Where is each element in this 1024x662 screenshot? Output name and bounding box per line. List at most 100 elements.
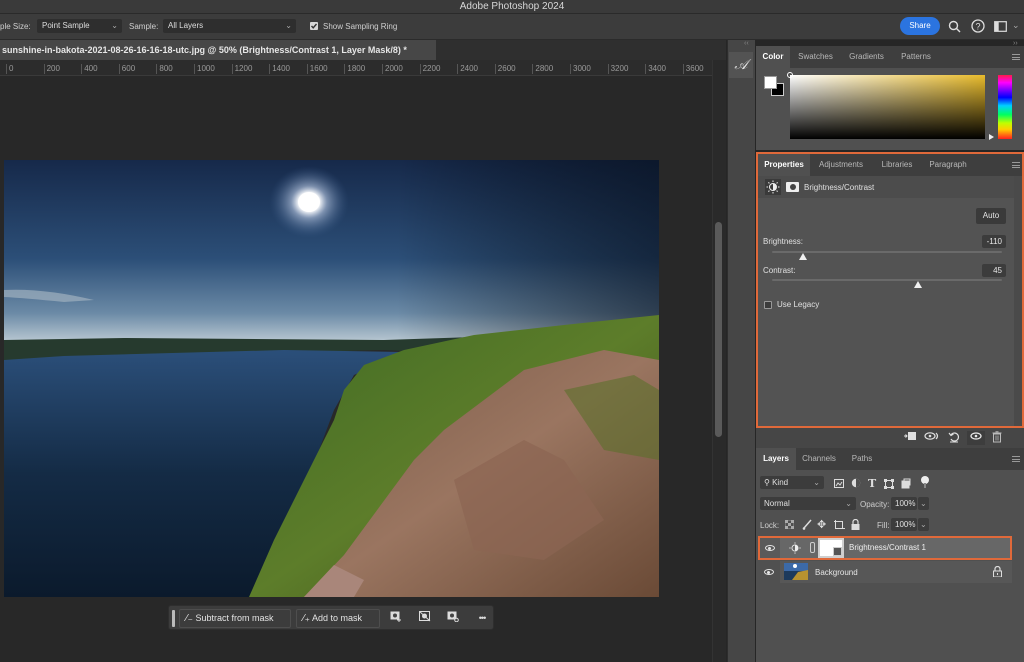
collapse-left-icon[interactable]: ‹‹ bbox=[744, 40, 749, 47]
layer-visibility-toggle[interactable] bbox=[758, 561, 780, 583]
ruler-tick: 1200 bbox=[231, 64, 252, 74]
lock-position-icon[interactable]: ✥ bbox=[817, 518, 826, 531]
mask-options-icon[interactable] bbox=[446, 611, 460, 625]
filter-kind-value: Kind bbox=[772, 478, 789, 487]
show-sampling-ring-label: Show Sampling Ring bbox=[323, 22, 398, 31]
layer-mask-thumbnail[interactable] bbox=[818, 538, 844, 558]
ruler-tick: 3200 bbox=[607, 64, 628, 74]
panel-menu-icon[interactable] bbox=[1012, 162, 1020, 168]
delete-icon[interactable] bbox=[989, 431, 1005, 445]
ruler-tick: 2600 bbox=[494, 64, 516, 74]
reset-icon[interactable] bbox=[946, 431, 962, 445]
tab-libraries[interactable]: Libraries bbox=[872, 154, 922, 176]
modify-mask-icon[interactable] bbox=[389, 611, 403, 625]
layer-row-background[interactable]: Background bbox=[758, 561, 1012, 583]
ruler-tick: 3600 bbox=[682, 64, 704, 74]
properties-footer bbox=[756, 428, 1024, 448]
view-previous-state-icon[interactable] bbox=[924, 431, 940, 445]
more-icon[interactable]: ••• bbox=[475, 611, 489, 625]
tab-color[interactable]: Color bbox=[756, 46, 790, 68]
tab-strip bbox=[436, 40, 726, 60]
tab-paths[interactable]: Paths bbox=[842, 448, 882, 470]
panel-menu-icon[interactable] bbox=[1012, 54, 1020, 60]
filter-pixel-icon[interactable] bbox=[834, 479, 844, 490]
contrast-value-field[interactable]: 45 bbox=[982, 264, 1006, 277]
fill-field[interactable]: 100% bbox=[891, 518, 917, 531]
chevron-down-icon[interactable]: ⌄ bbox=[1012, 20, 1020, 31]
sample-select[interactable]: All Layers ⌄ bbox=[163, 19, 296, 33]
auto-button[interactable]: Auto bbox=[976, 208, 1006, 224]
layer-row-brightness-contrast[interactable]: Brightness/Contrast 1 bbox=[758, 536, 1012, 560]
svg-text:?: ? bbox=[975, 21, 980, 31]
brightness-value-field[interactable]: -110 bbox=[982, 235, 1006, 248]
properties-scrollbar[interactable] bbox=[1014, 176, 1022, 426]
layer-filter-select[interactable]: ⚲ Kind ⌄ bbox=[760, 476, 824, 489]
tab-patterns[interactable]: Patterns bbox=[892, 46, 940, 68]
lock-all-icon[interactable] bbox=[851, 518, 860, 532]
tab-swatches[interactable]: Swatches bbox=[790, 46, 841, 68]
color-panel-tabs: Color Swatches Gradients Patterns bbox=[756, 46, 1024, 68]
brightness-slider-thumb[interactable] bbox=[798, 253, 807, 260]
tab-gradients[interactable]: Gradients bbox=[841, 46, 892, 68]
share-button[interactable]: Share bbox=[900, 17, 940, 35]
clip-to-layer-icon[interactable] bbox=[902, 431, 918, 445]
hue-slider[interactable] bbox=[998, 75, 1012, 139]
layer-mask-icon[interactable] bbox=[786, 182, 799, 192]
subtract-from-mask-button[interactable]: ⁄₋ Subtract from mask bbox=[179, 609, 291, 628]
lock-artboard-icon[interactable] bbox=[834, 520, 845, 532]
use-legacy-checkbox[interactable] bbox=[764, 301, 772, 309]
document-image[interactable] bbox=[4, 160, 659, 597]
opacity-label: Opacity: bbox=[860, 500, 890, 509]
sample-value: All Layers bbox=[168, 21, 204, 30]
tab-properties[interactable]: Properties bbox=[758, 154, 810, 176]
contrast-slider-thumb[interactable] bbox=[913, 281, 922, 288]
ruler-tick: 1000 bbox=[194, 64, 215, 74]
help-icon[interactable]: ? bbox=[971, 19, 985, 35]
lock-transparent-pixels-icon[interactable] bbox=[784, 519, 795, 531]
opacity-field[interactable]: 100% bbox=[891, 497, 917, 510]
workspace-icon[interactable] bbox=[994, 21, 1007, 34]
opacity-dropdown-icon[interactable]: ⌄ bbox=[918, 497, 929, 510]
sample-size-select[interactable]: Point Sample ⌄ bbox=[37, 19, 122, 33]
tab-channels[interactable]: Channels bbox=[796, 448, 842, 470]
tab-layers[interactable]: Layers bbox=[756, 448, 796, 470]
layer-name[interactable]: Brightness/Contrast 1 bbox=[849, 543, 926, 552]
scrollbar-thumb[interactable] bbox=[715, 222, 722, 437]
color-panel: Color Swatches Gradients Patterns bbox=[756, 46, 1024, 150]
document-tab[interactable]: sunshine-in-bakota-2021-08-26-16-16-18-u… bbox=[0, 40, 436, 60]
landscape-photo bbox=[4, 160, 659, 597]
filter-smart-object-icon[interactable] bbox=[901, 478, 911, 491]
hue-slider-handle[interactable] bbox=[989, 134, 994, 140]
filter-toggle-icon[interactable] bbox=[920, 475, 930, 491]
layer-name[interactable]: Background bbox=[815, 568, 858, 577]
drag-handle[interactable] bbox=[172, 610, 175, 627]
fill-dropdown-icon[interactable]: ⌄ bbox=[918, 518, 929, 531]
show-sampling-ring-checkbox[interactable] bbox=[310, 22, 318, 30]
invert-mask-icon[interactable] bbox=[418, 610, 432, 625]
fill-label: Fill: bbox=[877, 521, 890, 530]
tab-adjustments[interactable]: Adjustments bbox=[810, 154, 872, 176]
tab-paragraph[interactable]: Paragraph bbox=[922, 154, 974, 176]
filter-adjustment-icon[interactable] bbox=[851, 478, 861, 490]
eye-icon bbox=[764, 569, 774, 575]
brightness-adjustment-icon bbox=[765, 179, 781, 195]
foreground-color-swatch[interactable] bbox=[764, 76, 777, 89]
add-to-mask-button[interactable]: ⁄₊ Add to mask bbox=[296, 609, 380, 628]
visibility-icon[interactable] bbox=[967, 431, 985, 445]
layer-visibility-toggle[interactable] bbox=[760, 538, 780, 558]
color-field-cursor[interactable] bbox=[787, 72, 793, 78]
search-icon[interactable] bbox=[948, 20, 961, 35]
subtract-from-mask-label: Subtract from mask bbox=[195, 613, 274, 623]
layers-panel-tabs: Layers Channels Paths bbox=[756, 448, 1024, 470]
sample-size-label: ple Size: bbox=[0, 22, 31, 31]
character-panel-icon[interactable]: 𝒜 bbox=[729, 52, 753, 78]
lock-image-pixels-icon[interactable] bbox=[802, 519, 812, 532]
link-icon[interactable] bbox=[810, 542, 815, 553]
blend-mode-select[interactable]: Normal ⌄ bbox=[760, 497, 856, 510]
panel-menu-icon[interactable] bbox=[1012, 456, 1020, 462]
filter-shape-icon[interactable] bbox=[884, 479, 894, 491]
contrast-slider-track[interactable] bbox=[772, 279, 1002, 281]
color-field[interactable] bbox=[787, 72, 985, 139]
contrast-label: Contrast: bbox=[763, 266, 796, 275]
filter-type-icon[interactable]: T bbox=[868, 477, 876, 490]
